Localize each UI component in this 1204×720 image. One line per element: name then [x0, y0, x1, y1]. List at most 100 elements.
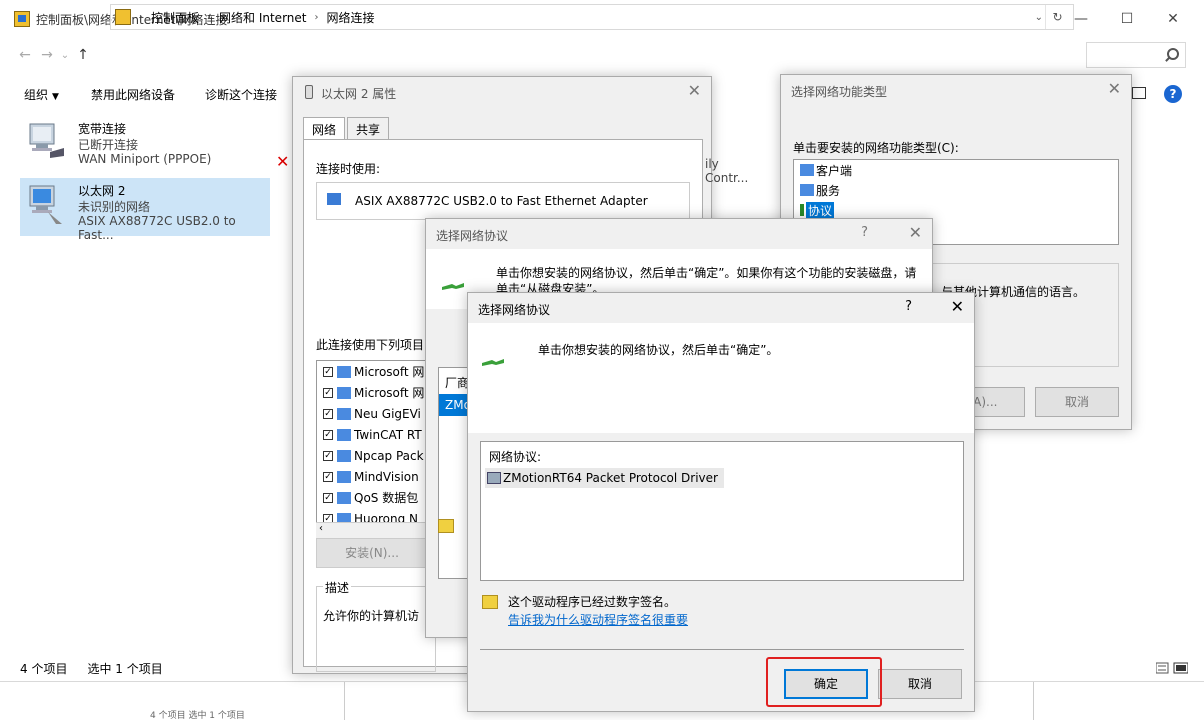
refresh-icon[interactable]: ↻: [1045, 5, 1069, 29]
list-item[interactable]: 客户端: [794, 160, 1118, 180]
network-component-icon: [337, 491, 351, 504]
instruction-text: 单击你想安装的网络协议，然后单击“确定”。: [538, 343, 779, 357]
item-label: 客户端: [816, 163, 853, 178]
protocol-icon: [800, 204, 804, 216]
maximize-button[interactable]: ☐: [1104, 0, 1150, 38]
breadcrumb-network-internet[interactable]: 网络和 Internet: [219, 9, 306, 26]
connection-broadband[interactable]: 宽带连接 已断开连接 WAN Miniport (PPPOE): [20, 116, 270, 174]
list-item[interactable]: ✓ Microsoft 网: [317, 382, 435, 403]
item-label: Npcap Pack: [354, 448, 424, 463]
selected-count: 选中 1 个项目: [87, 661, 163, 676]
item-label: MindVision: [354, 469, 419, 484]
protocol-name: ZMotionRT64 Packet Protocol Driver: [503, 471, 718, 485]
list-item[interactable]: ✓ MindVision: [317, 466, 435, 487]
signature-info-link[interactable]: 告诉我为什么驱动程序签名很重要: [508, 611, 688, 628]
list-item[interactable]: 服务: [794, 180, 1118, 200]
protocol-list-header: 网络协议:: [489, 450, 542, 464]
close-icon[interactable]: ✕: [688, 81, 701, 100]
breadcrumb-control-panel[interactable]: 控制面板: [151, 9, 199, 26]
checkbox-checked-icon[interactable]: ✓: [323, 366, 333, 377]
disable-device-button[interactable]: 禁用此网络设备: [91, 86, 175, 103]
scroll-left-icon[interactable]: ‹: [319, 523, 323, 534]
checkbox-checked-icon[interactable]: ✓: [323, 429, 333, 440]
search-input[interactable]: [1086, 42, 1186, 68]
header-area: [468, 323, 974, 433]
breadcrumb-separator-icon: ›: [207, 11, 212, 23]
list-item[interactable]: ✓ Npcap Pack: [317, 445, 435, 466]
item-label: 协议: [806, 201, 835, 219]
item-label: QoS 数据包: [354, 491, 419, 505]
item-count: 4 个项目: [20, 661, 68, 676]
highlight-box: [766, 657, 882, 707]
checkbox-checked-icon[interactable]: ✓: [323, 387, 333, 398]
cancel-button[interactable]: 取消: [878, 669, 962, 699]
dialog-title: 选择网络协议: [478, 303, 551, 317]
checkbox-checked-icon[interactable]: ✓: [323, 450, 333, 461]
network-component-icon: [337, 407, 351, 420]
tab-sharing[interactable]: 共享: [347, 117, 390, 139]
adapter-field: ASIX AX88772C USB2.0 to Fast Ethernet Ad…: [316, 182, 690, 220]
diagnose-button[interactable]: 诊断这个连接: [205, 86, 277, 103]
view-toggle-icon[interactable]: [1156, 662, 1188, 674]
forward-arrow-icon[interactable]: →: [36, 47, 58, 63]
list-item[interactable]: ✓ Neu GigEVi: [317, 403, 435, 424]
description-text: 允许你的计算机访: [323, 609, 420, 623]
computer-network-icon: [29, 123, 64, 158]
checkbox-checked-icon[interactable]: ✓: [323, 471, 333, 482]
connection-name: 以太网 2: [78, 184, 126, 198]
item-label: TwinCAT RT: [354, 427, 422, 442]
address-input[interactable]: › 控制面板 › 网络和 Internet › 网络连接 ⌄ ↻: [110, 4, 1074, 30]
divider: [480, 649, 964, 650]
close-icon[interactable]: ✕: [951, 297, 964, 316]
network-component-icon: [337, 449, 351, 462]
horizontal-scrollbar[interactable]: ‹: [316, 522, 436, 538]
list-item[interactable]: ✓ Microsoft 网: [317, 361, 435, 382]
network-plug-icon: [482, 359, 504, 366]
search-icon: [1167, 48, 1179, 60]
components-list[interactable]: ✓ Microsoft 网 ✓ Microsoft 网 ✓ Neu GigEVi ✓ T…: [316, 360, 436, 542]
network-component-icon: [337, 470, 351, 483]
help-icon[interactable]: ?: [905, 299, 912, 314]
description-legend: 描述: [323, 579, 352, 596]
connection-status: 未识别的网络: [78, 200, 151, 214]
item-label: Microsoft 网: [354, 386, 425, 400]
back-arrow-icon[interactable]: ←: [14, 47, 36, 63]
control-panel-icon: [14, 11, 30, 27]
connection-status: 已断开连接: [78, 138, 139, 152]
breadcrumb-network-connections[interactable]: 网络连接: [326, 9, 374, 26]
list-item[interactable]: 协议: [794, 200, 1118, 220]
up-arrow-icon[interactable]: ↑: [72, 47, 94, 63]
checkbox-checked-icon[interactable]: ✓: [323, 492, 333, 503]
help-icon[interactable]: ?: [1164, 85, 1182, 103]
connection-device: WAN Miniport (PPPOE): [78, 152, 212, 166]
organize-menu[interactable]: 组织 ▼: [24, 86, 59, 103]
computer-network-icon: [29, 185, 62, 224]
close-icon[interactable]: ✕: [1108, 79, 1121, 98]
dialog-title: 选择网络功能类型: [791, 85, 888, 99]
list-item[interactable]: ✓ QoS 数据包: [317, 487, 435, 508]
help-icon[interactable]: ?: [861, 225, 868, 240]
protocol-list[interactable]: 网络协议: ZMotionRT64 Packet Protocol Driver: [480, 441, 964, 581]
network-adapter-icon: [327, 193, 341, 205]
chevron-down-icon: ▼: [52, 91, 59, 102]
list-item[interactable]: ZMotionRT64 Packet Protocol Driver: [485, 468, 724, 488]
dialog-title: 选择网络协议: [436, 229, 509, 243]
preview-pane-icon[interactable]: [1132, 87, 1146, 99]
tab-network[interactable]: 网络: [303, 117, 346, 139]
cancel-button[interactable]: 取消: [1035, 387, 1119, 417]
items-label: 此连接使用下列项目: [316, 338, 425, 352]
close-button[interactable]: ✕: [1150, 0, 1196, 38]
tab-bar: 网络 共享: [303, 117, 391, 139]
select-protocol-dialog: 选择网络协议 ? ✕ 单击你想安装的网络协议，然后单击“确定”。 网络协议: Z…: [467, 292, 975, 712]
address-dropdown-icon[interactable]: ⌄: [1035, 12, 1043, 23]
network-component-icon: [337, 386, 351, 399]
close-icon[interactable]: ✕: [909, 223, 922, 242]
list-item[interactable]: ✓ TwinCAT RT: [317, 424, 435, 445]
install-button[interactable]: 安装(N)...: [316, 538, 428, 568]
connection-ethernet2[interactable]: 以太网 2 未识别的网络 ASIX AX88772C USB2.0 to Fas…: [20, 178, 270, 242]
recent-locations-chevron-icon[interactable]: ⌄: [58, 50, 72, 61]
checkbox-checked-icon[interactable]: ✓: [323, 408, 333, 419]
item-label: Neu GigEVi: [354, 406, 421, 421]
organize-label: 组织: [24, 87, 49, 102]
adapter-name: ASIX AX88772C USB2.0 to Fast Ethernet Ad…: [355, 194, 648, 208]
